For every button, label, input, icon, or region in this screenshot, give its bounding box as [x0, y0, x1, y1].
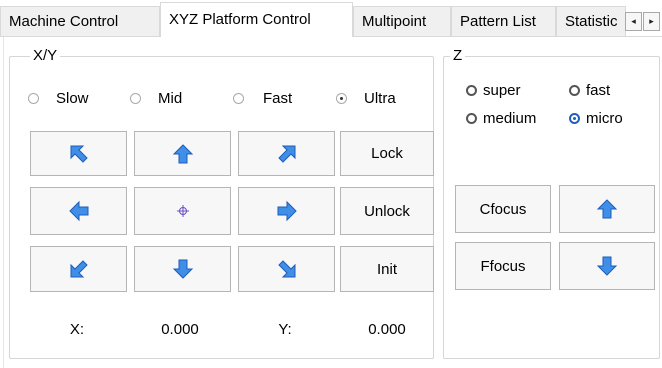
speed-mid-label: Mid: [158, 90, 183, 107]
arrow-up-icon: [172, 143, 193, 163]
tab-pattern-list[interactable]: Pattern List: [451, 6, 556, 37]
init-button[interactable]: Init: [340, 246, 434, 292]
move-right-button[interactable]: [238, 187, 335, 235]
tab-xyz-platform-control[interactable]: XYZ Platform Control: [160, 2, 353, 37]
center-button[interactable]: [134, 187, 231, 235]
move-up-button[interactable]: [134, 131, 231, 176]
arrow-up-left-icon: [70, 145, 88, 163]
move-up-right-button[interactable]: [238, 131, 335, 176]
x-label: X:: [69, 321, 85, 338]
move-up-left-button[interactable]: [30, 131, 127, 176]
move-down-right-button[interactable]: [238, 246, 335, 292]
z-group-title: Z: [450, 47, 466, 65]
z-speed-micro-radio[interactable]: micro: [569, 110, 623, 127]
x-value: 0.000: [161, 321, 199, 338]
z-speed-fast-radio[interactable]: fast: [569, 82, 610, 99]
move-left-button[interactable]: [30, 187, 127, 235]
z-up-button[interactable]: [559, 185, 655, 233]
xy-group-title: X/Y: [30, 47, 61, 65]
chevron-left-icon: ◂: [631, 16, 636, 26]
z-down-button[interactable]: [559, 242, 655, 290]
tab-multipoint[interactable]: Multipoint: [353, 6, 451, 37]
lock-button[interactable]: Lock: [340, 131, 434, 176]
radio-circle-icon: [466, 113, 477, 124]
xyz-platform-panel: X/Y Slow Mid Fast Ultra Lock Unlock Init…: [3, 37, 662, 368]
radio-circle-icon: [28, 93, 39, 104]
ffocus-button[interactable]: Ffocus: [455, 242, 551, 290]
speed-ultra-radio[interactable]: Ultra: [336, 90, 396, 107]
tab-scroll-left-button[interactable]: ◂: [625, 12, 642, 31]
chevron-right-icon: ▸: [649, 16, 654, 26]
speed-ultra-label: Ultra: [364, 90, 396, 107]
speed-mid-radio[interactable]: Mid: [130, 90, 182, 107]
arrow-up-icon: [596, 199, 618, 219]
arrow-down-right-icon: [277, 260, 295, 278]
unlock-button[interactable]: Unlock: [340, 187, 434, 235]
speed-fast-label: Fast: [263, 90, 293, 107]
radio-selected-icon: [569, 113, 580, 124]
tab-bar: Machine Control XYZ Platform Control Mul…: [0, 0, 662, 37]
radio-circle-icon: [466, 85, 477, 96]
arrow-down-icon: [172, 259, 193, 279]
arrow-down-left-icon: [70, 260, 88, 278]
arrow-down-icon: [596, 256, 618, 276]
radio-selected-icon: [336, 93, 347, 104]
tab-machine-control[interactable]: Machine Control: [0, 6, 160, 37]
radio-circle-icon: [569, 85, 580, 96]
xy-group: X/Y Slow Mid Fast Ultra Lock Unlock Init…: [9, 47, 434, 359]
move-down-button[interactable]: [134, 246, 231, 292]
move-down-left-button[interactable]: [30, 246, 127, 292]
speed-slow-label: Slow: [56, 90, 89, 107]
tab-scroll-right-button[interactable]: ▸: [643, 12, 660, 31]
z-speed-medium-label: medium: [483, 110, 537, 127]
cfocus-button[interactable]: Cfocus: [455, 185, 551, 233]
radio-circle-icon: [130, 93, 141, 104]
tab-statistic[interactable]: Statistic: [556, 6, 626, 37]
z-speed-super-radio[interactable]: super: [466, 82, 521, 99]
crosshair-icon: [176, 205, 189, 217]
radio-circle-icon: [233, 93, 244, 104]
z-speed-medium-radio[interactable]: medium: [466, 110, 536, 127]
z-speed-fast-label: fast: [586, 82, 611, 99]
arrow-left-icon: [68, 200, 88, 222]
speed-fast-radio[interactable]: Fast: [233, 90, 292, 107]
arrow-right-icon: [277, 200, 297, 222]
speed-slow-radio[interactable]: Slow: [28, 90, 89, 107]
y-label: Y:: [278, 321, 292, 338]
y-value: 0.000: [368, 321, 406, 338]
z-group: Z super fast medium micro Cfocus Ffocus: [443, 47, 660, 359]
z-speed-micro-label: micro: [586, 110, 623, 127]
arrow-up-right-icon: [277, 145, 295, 163]
z-speed-super-label: super: [483, 82, 521, 99]
